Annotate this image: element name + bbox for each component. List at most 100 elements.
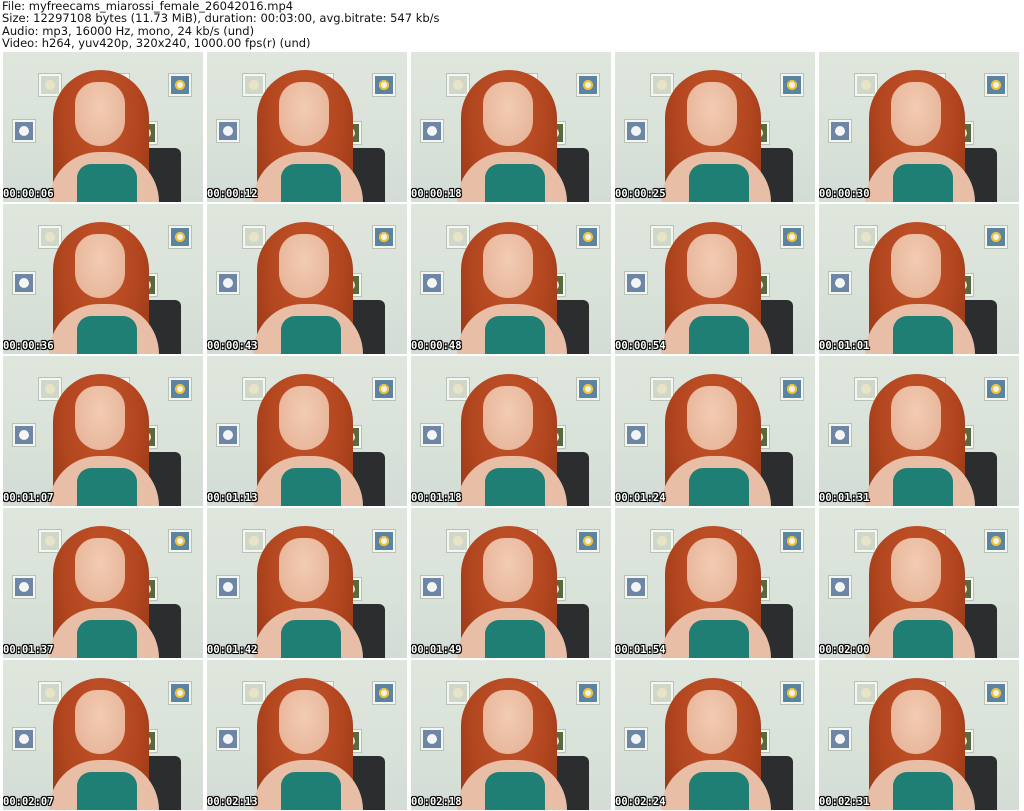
- timestamp-label: 00:02:07: [3, 796, 54, 808]
- person-face: [483, 82, 533, 146]
- wall-picture: [651, 226, 673, 248]
- wall-picture: [217, 120, 239, 142]
- wall-picture: [243, 226, 265, 248]
- wall-picture: [39, 530, 61, 552]
- wall-picture: [577, 378, 599, 400]
- wall-picture: [13, 120, 35, 142]
- timestamp-label: 00:01:42: [207, 644, 258, 656]
- person-face: [483, 386, 533, 450]
- timestamp-label: 00:02:31: [819, 796, 870, 808]
- thumbnail-grid: 00:00:06 00:00:12 00:00:18 00:00:25 00:0…: [3, 52, 1019, 810]
- person-face: [483, 538, 533, 602]
- timestamp-label: 00:00:12: [207, 188, 258, 200]
- thumbnail-frame[interactable]: 00:00:25: [615, 52, 815, 202]
- file-info-header: File: myfreecams_miarossi_female_2604201…: [2, 0, 1022, 50]
- thumbnail-frame[interactable]: 00:01:18: [411, 356, 611, 506]
- wall-picture: [169, 378, 191, 400]
- timestamp-label: 00:02:24: [615, 796, 666, 808]
- person-top: [689, 772, 749, 810]
- person-top: [485, 164, 545, 202]
- thumbnail-frame[interactable]: 00:02:18: [411, 660, 611, 810]
- person-top: [893, 620, 953, 658]
- person-face: [687, 690, 737, 754]
- person-top: [77, 772, 137, 810]
- wall-picture: [625, 728, 647, 750]
- wall-picture: [447, 74, 469, 96]
- person-face: [687, 386, 737, 450]
- wall-picture: [373, 226, 395, 248]
- person-top: [485, 468, 545, 506]
- person-face: [279, 538, 329, 602]
- thumbnail-frame[interactable]: 00:02:31: [819, 660, 1019, 810]
- thumbnail-frame[interactable]: 00:00:48: [411, 204, 611, 354]
- person-top: [893, 468, 953, 506]
- wall-picture: [985, 74, 1007, 96]
- timestamp-label: 00:01:49: [411, 644, 462, 656]
- thumbnail-frame[interactable]: 00:00:12: [207, 52, 407, 202]
- thumbnail-frame[interactable]: 00:01:13: [207, 356, 407, 506]
- wall-picture: [217, 272, 239, 294]
- thumbnail-frame[interactable]: 00:02:13: [207, 660, 407, 810]
- thumbnail-frame[interactable]: 00:00:18: [411, 52, 611, 202]
- person-face: [891, 234, 941, 298]
- wall-picture: [625, 272, 647, 294]
- person-top: [485, 316, 545, 354]
- timestamp-label: 00:00:43: [207, 340, 258, 352]
- person-face: [75, 234, 125, 298]
- wall-picture: [13, 424, 35, 446]
- wall-picture: [243, 530, 265, 552]
- wall-picture: [829, 728, 851, 750]
- thumbnail-frame[interactable]: 00:01:01: [819, 204, 1019, 354]
- thumbnail-frame[interactable]: 00:01:31: [819, 356, 1019, 506]
- wall-picture: [243, 378, 265, 400]
- wall-picture: [829, 272, 851, 294]
- timestamp-label: 00:00:25: [615, 188, 666, 200]
- wall-picture: [781, 682, 803, 704]
- wall-picture: [829, 576, 851, 598]
- wall-picture: [243, 74, 265, 96]
- person-face: [687, 82, 737, 146]
- person-face: [891, 690, 941, 754]
- thumbnail-frame[interactable]: 00:00:36: [3, 204, 203, 354]
- thumbnail-frame[interactable]: 00:00:54: [615, 204, 815, 354]
- thumbnail-frame[interactable]: 00:02:07: [3, 660, 203, 810]
- wall-picture: [577, 226, 599, 248]
- thumbnail-frame[interactable]: 00:01:42: [207, 508, 407, 658]
- wall-picture: [985, 682, 1007, 704]
- person-top: [689, 620, 749, 658]
- timestamp-label: 00:01:37: [3, 644, 54, 656]
- thumbnail-frame[interactable]: 00:00:43: [207, 204, 407, 354]
- wall-picture: [985, 378, 1007, 400]
- thumbnail-frame[interactable]: 00:02:24: [615, 660, 815, 810]
- person-face: [687, 538, 737, 602]
- wall-picture: [169, 74, 191, 96]
- thumbnail-frame[interactable]: 00:01:37: [3, 508, 203, 658]
- wall-picture: [169, 530, 191, 552]
- wall-picture: [217, 728, 239, 750]
- person-face: [75, 386, 125, 450]
- person-top: [77, 468, 137, 506]
- wall-picture: [169, 226, 191, 248]
- wall-picture: [13, 728, 35, 750]
- person-top: [689, 164, 749, 202]
- person-top: [281, 164, 341, 202]
- wall-picture: [855, 378, 877, 400]
- wall-picture: [577, 74, 599, 96]
- thumbnail-frame[interactable]: 00:00:06: [3, 52, 203, 202]
- thumbnail-frame[interactable]: 00:00:30: [819, 52, 1019, 202]
- thumbnail-frame[interactable]: 00:02:00: [819, 508, 1019, 658]
- wall-picture: [39, 226, 61, 248]
- person-top: [485, 620, 545, 658]
- thumbnail-frame[interactable]: 00:01:49: [411, 508, 611, 658]
- timestamp-label: 00:02:18: [411, 796, 462, 808]
- wall-picture: [373, 682, 395, 704]
- wall-picture: [577, 530, 599, 552]
- person-top: [893, 316, 953, 354]
- thumbnail-frame[interactable]: 00:01:54: [615, 508, 815, 658]
- timestamp-label: 00:01:31: [819, 492, 870, 504]
- wall-picture: [781, 378, 803, 400]
- thumbnail-frame[interactable]: 00:01:07: [3, 356, 203, 506]
- timestamp-label: 00:00:36: [3, 340, 54, 352]
- thumbnail-frame[interactable]: 00:01:24: [615, 356, 815, 506]
- timestamp-label: 00:02:13: [207, 796, 258, 808]
